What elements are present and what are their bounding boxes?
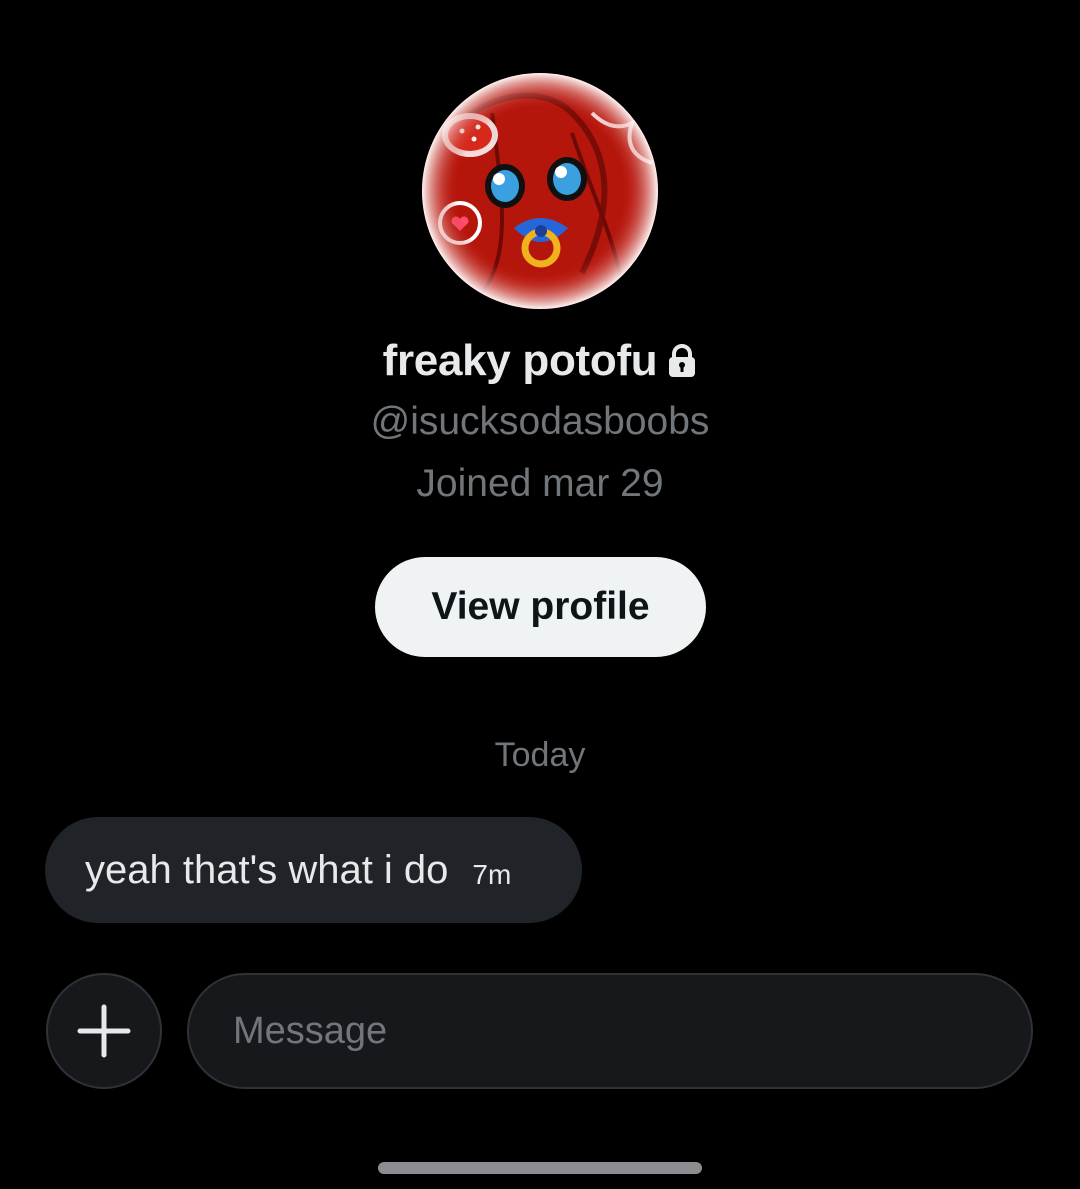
avatar-image [422,73,658,309]
joined-date: Joined mar 29 [416,462,664,505]
display-name: freaky potofu [382,336,658,385]
avatar[interactable] [422,73,658,309]
view-profile-button[interactable]: View profile [375,557,706,657]
message-input[interactable] [187,973,1033,1089]
display-name-row: freaky potofu [0,330,1080,392]
user-handle: @isucksodasboobs [370,400,710,443]
lock-icon [667,344,697,378]
message-time: 7m [472,859,512,890]
message-text: yeah that's what i do [85,847,449,892]
message-bubble[interactable]: yeah that's what i do 7m [45,817,582,923]
add-attachment-button[interactable] [46,973,162,1089]
home-indicator[interactable] [378,1162,702,1174]
day-divider: Today [494,736,586,774]
plus-icon [77,1004,131,1058]
